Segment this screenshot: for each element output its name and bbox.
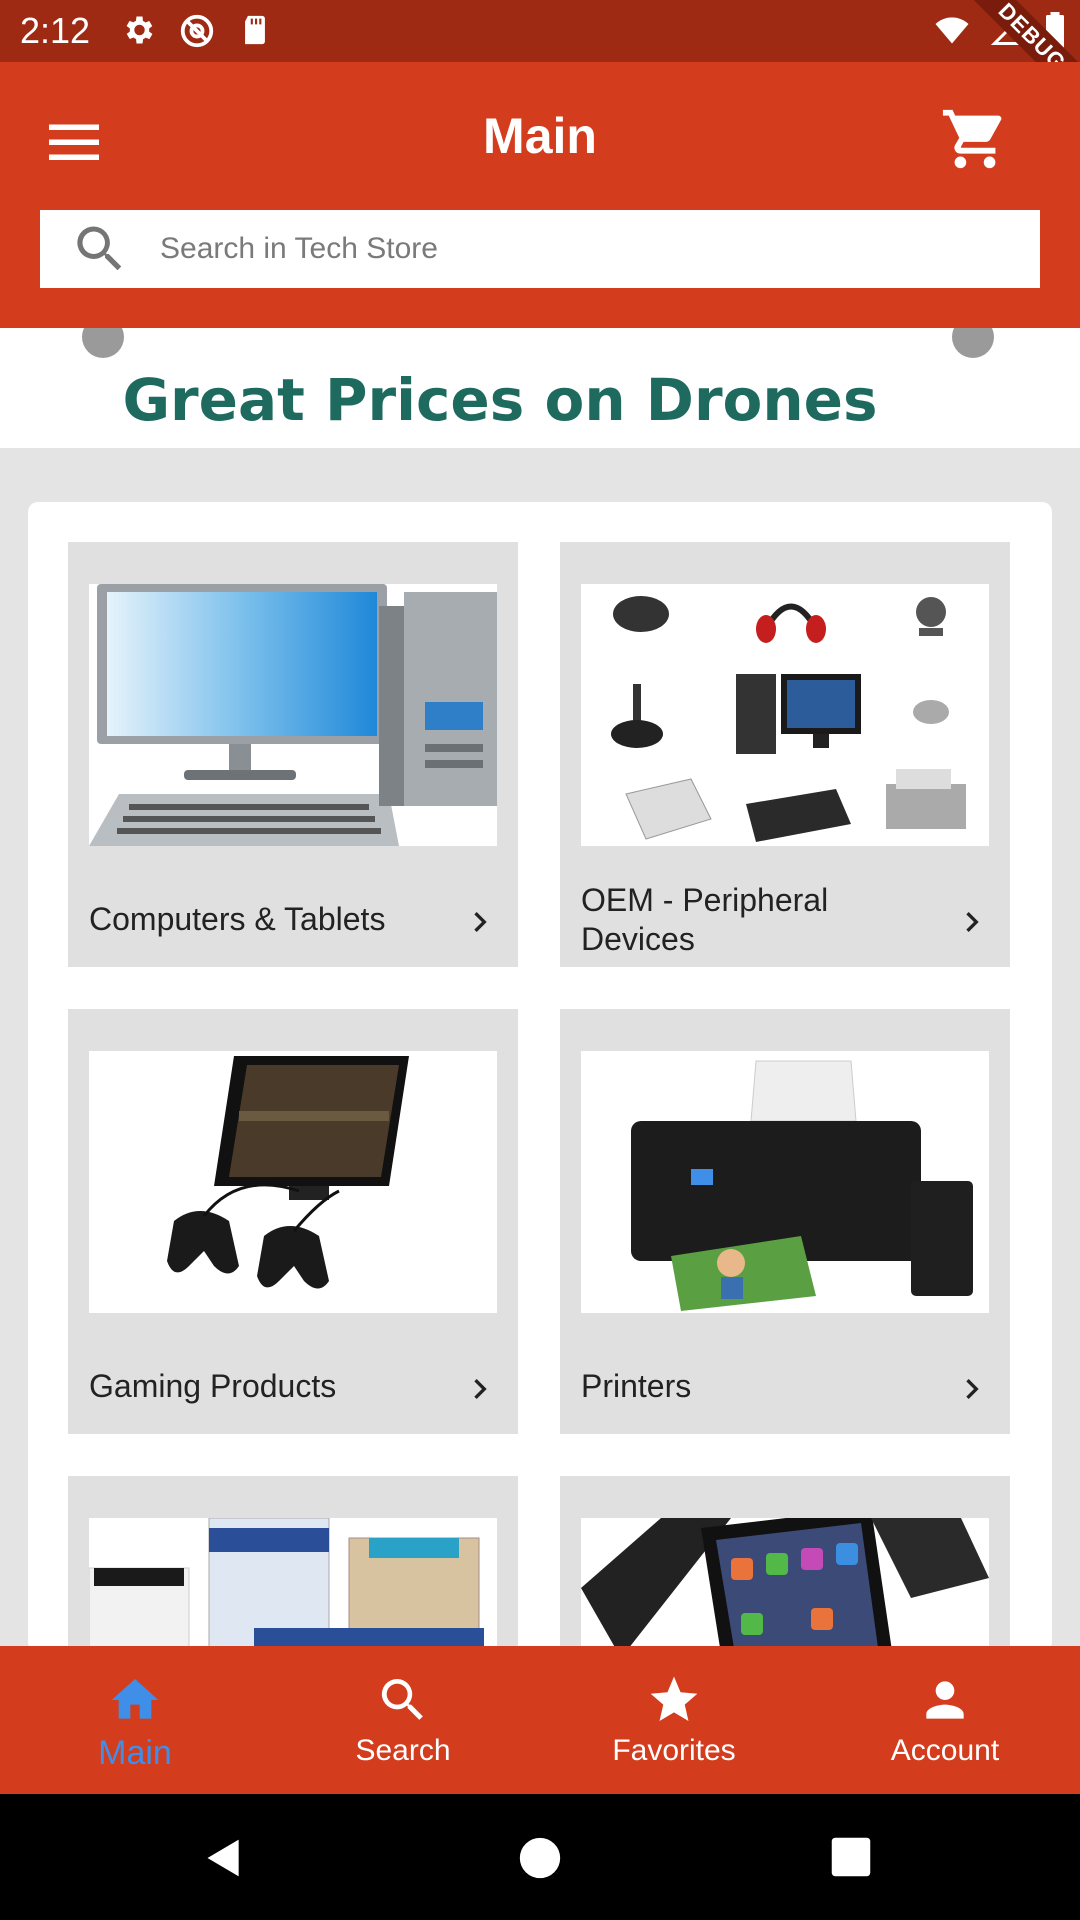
nav-favorites[interactable]: Favorites bbox=[574, 1646, 774, 1794]
wifi-icon bbox=[935, 17, 969, 44]
app-bar: Main Search in Tech Store bbox=[0, 62, 1080, 328]
nav-account[interactable]: Account bbox=[845, 1646, 1045, 1794]
recents-icon[interactable] bbox=[830, 1836, 872, 1878]
category-tile-gaming[interactable]: Gaming Products bbox=[68, 1009, 518, 1434]
nav-search[interactable]: Search bbox=[303, 1646, 503, 1794]
category-tile-toner[interactable] bbox=[68, 1476, 518, 1652]
page-title: Main bbox=[483, 108, 597, 164]
at-icon bbox=[180, 14, 214, 48]
category-tile-printers[interactable]: Printers bbox=[560, 1009, 1010, 1434]
chevron-right-icon bbox=[474, 912, 487, 932]
drone-propeller-image bbox=[82, 328, 124, 358]
nav-label: Account bbox=[890, 1734, 1000, 1767]
category-label: OEM - Peripheral Devices bbox=[581, 881, 829, 957]
category-label: Computers & Tablets bbox=[89, 901, 386, 937]
category-tile-peripherals[interactable]: OEM - Peripheral Devices bbox=[560, 542, 1010, 967]
nav-main[interactable]: Main bbox=[35, 1646, 235, 1794]
chevron-right-icon bbox=[966, 1379, 979, 1399]
chevron-right-icon bbox=[474, 1379, 487, 1399]
nav-label: Main bbox=[98, 1734, 172, 1772]
bottom-navigation: Main Search Favorites Account bbox=[0, 1646, 1080, 1794]
person-icon bbox=[926, 1681, 964, 1719]
category-label: Gaming Products bbox=[89, 1368, 337, 1404]
nav-label: Search bbox=[355, 1734, 451, 1767]
search-icon bbox=[381, 1679, 423, 1720]
star-icon bbox=[650, 1676, 698, 1721]
status-time: 2:12 bbox=[20, 10, 91, 51]
search-input[interactable]: Search in Tech Store bbox=[160, 232, 438, 266]
sd-card-icon bbox=[245, 15, 265, 45]
search-bar[interactable]: Search in Tech Store bbox=[40, 210, 1040, 288]
banner-text: Great Prices on Drones bbox=[122, 366, 878, 434]
status-bar: 2:12 DEBUG bbox=[0, 0, 1080, 62]
drone-propeller-image bbox=[952, 328, 994, 358]
system-navigation-bar bbox=[0, 1794, 1080, 1920]
gaming-tablet-image bbox=[89, 1051, 497, 1313]
chevron-right-icon bbox=[966, 912, 979, 932]
gear-icon bbox=[126, 16, 153, 44]
search-icon bbox=[77, 226, 122, 271]
promo-banner[interactable]: Great Prices on Drones bbox=[0, 328, 1080, 448]
nav-label: Favorites bbox=[612, 1734, 736, 1767]
smartphones-image bbox=[581, 1518, 989, 1652]
category-tile-computers[interactable]: Computers & Tablets bbox=[68, 542, 518, 967]
shopping-cart-icon[interactable] bbox=[940, 104, 1010, 174]
category-grid: Computers & Tablets OEM - Peripheral Dev… bbox=[28, 502, 1052, 1652]
home-icon bbox=[111, 1679, 159, 1719]
category-tile-phones[interactable] bbox=[560, 1476, 1010, 1652]
home-circle-icon[interactable] bbox=[518, 1836, 562, 1880]
desktop-computer-image bbox=[89, 584, 497, 846]
peripherals-image bbox=[581, 584, 989, 846]
category-label: Printers bbox=[581, 1368, 692, 1404]
back-icon[interactable] bbox=[202, 1836, 246, 1880]
printer-image bbox=[581, 1051, 989, 1313]
toner-cartridges-image bbox=[89, 1518, 497, 1652]
